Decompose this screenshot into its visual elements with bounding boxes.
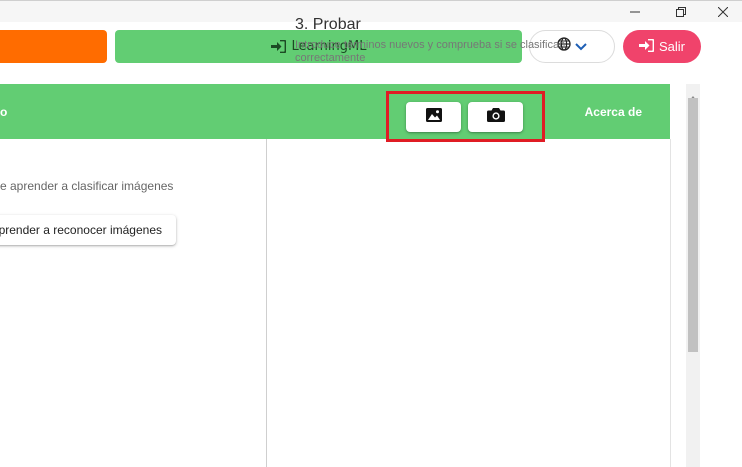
- close-icon[interactable]: [700, 1, 742, 23]
- test-panel-description: Introduce términos nuevos y comprueba si…: [295, 39, 566, 64]
- content-header: o Acerca de: [0, 84, 670, 139]
- learn-images-button-label: prender a reconocer imágenes: [0, 223, 162, 237]
- panel-divider: [266, 139, 267, 467]
- vertical-scrollbar[interactable]: [686, 84, 700, 467]
- camera-button[interactable]: [468, 102, 523, 132]
- sign-in-icon: [270, 40, 286, 53]
- exit-button[interactable]: Salir: [623, 30, 701, 63]
- about-link[interactable]: Acerca de: [585, 105, 642, 119]
- window-titlebar: [0, 0, 742, 23]
- exit-label: Salir: [658, 39, 685, 54]
- panels-container: e aprender a clasificar imágenes prender…: [0, 139, 671, 467]
- left-panel-description: e aprender a clasificar imágenes: [0, 179, 174, 193]
- learn-images-button[interactable]: prender a reconocer imágenes: [0, 215, 176, 245]
- camera-icon: [486, 107, 505, 127]
- restore-icon[interactable]: [658, 1, 704, 23]
- orange-nav-button[interactable]: [0, 30, 107, 63]
- upload-image-button[interactable]: [406, 102, 461, 132]
- scrollbar-thumb[interactable]: [688, 98, 698, 352]
- image-icon: [425, 107, 442, 127]
- test-panel-title: 3. Probar: [295, 16, 361, 33]
- header-left-fragment[interactable]: o: [0, 105, 7, 119]
- sign-out-icon: [638, 38, 655, 55]
- minimize-icon[interactable]: [612, 1, 658, 23]
